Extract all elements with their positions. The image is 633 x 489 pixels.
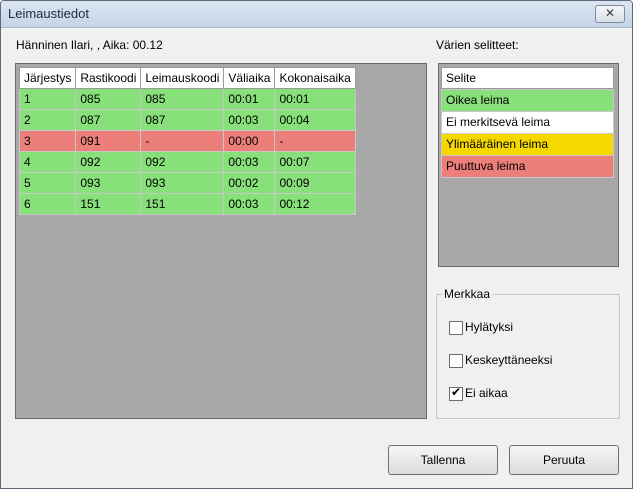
legend-row-ylimaarainen[interactable]: Ylimääräinen leima	[441, 133, 614, 156]
cancel-button[interactable]: Peruuta	[509, 445, 619, 475]
merkkaa-group-title: Merkkaa	[442, 287, 493, 301]
column-header-valiaika[interactable]: Väliaika	[223, 67, 276, 89]
leimaustiedot-dialog: Leimaustiedot ✕ Hänninen Ilari, , Aika: …	[0, 0, 633, 489]
title-bar: Leimaustiedot ✕	[1, 1, 632, 28]
table-cell: 5	[18, 172, 77, 194]
punch-table: Järjestys Rastikoodi Leimauskoodi Väliai…	[18, 67, 356, 215]
table-cell: -	[140, 130, 225, 152]
table-cell: 00:01	[274, 88, 356, 110]
legend-row-oikea[interactable]: Oikea leima	[441, 89, 614, 112]
keskeyttaneeksi-checkbox[interactable]	[449, 354, 463, 368]
legend-header[interactable]: Selite	[441, 67, 614, 89]
table-row[interactable]: 3 091 - 00:00 -	[18, 130, 356, 152]
table-cell: 092	[75, 151, 142, 173]
table-cell: 00:09	[274, 172, 356, 194]
table-cell: 151	[75, 193, 142, 215]
table-cell: 085	[75, 88, 142, 110]
table-row[interactable]: 4 092 092 00:03 00:07	[18, 151, 356, 173]
table-cell: 00:07	[274, 151, 356, 173]
merkkaa-group: Merkkaa Hylätyksi Keskeyttäneeksi ✔ Ei a…	[436, 287, 620, 419]
punch-grid[interactable]: Järjestys Rastikoodi Leimauskoodi Väliai…	[15, 63, 427, 419]
table-cell: 4	[18, 151, 77, 173]
table-row[interactable]: 6 151 151 00:03 00:12	[18, 193, 356, 215]
table-cell: 093	[140, 172, 225, 194]
window-title: Leimaustiedot	[8, 6, 89, 21]
column-header-leimauskoodi[interactable]: Leimauskoodi	[140, 67, 225, 89]
hylatyksi-label[interactable]: Hylätyksi	[465, 320, 513, 334]
table-cell: -	[274, 130, 356, 152]
table-cell: 087	[75, 109, 142, 131]
legend-row-ei-merkitseva[interactable]: Ei merkitsevä leima	[441, 111, 614, 134]
ei-aikaa-label[interactable]: Ei aikaa	[465, 386, 508, 400]
table-cell: 092	[140, 151, 225, 173]
table-cell: 00:03	[223, 109, 276, 131]
runner-info: Hänninen Ilari, , Aika: 00.12	[16, 38, 163, 52]
legend-grid[interactable]: Selite Oikea leima Ei merkitsevä leima Y…	[438, 63, 619, 267]
table-header-row: Järjestys Rastikoodi Leimauskoodi Väliai…	[18, 67, 356, 89]
ei-aikaa-checkbox[interactable]: ✔	[449, 385, 463, 401]
table-cell: 1	[18, 88, 77, 110]
table-cell: 151	[140, 193, 225, 215]
table-cell: 00:03	[223, 193, 276, 215]
table-cell: 2	[18, 109, 77, 131]
table-cell: 091	[75, 130, 142, 152]
column-header-rastikoodi[interactable]: Rastikoodi	[75, 67, 142, 89]
legend-title: Värien selitteet:	[436, 38, 519, 52]
table-cell: 00:03	[223, 151, 276, 173]
table-cell: 6	[18, 193, 77, 215]
table-cell: 00:02	[223, 172, 276, 194]
table-cell: 00:01	[223, 88, 276, 110]
save-button[interactable]: Tallenna	[388, 445, 498, 475]
column-header-jarjestys[interactable]: Järjestys	[18, 67, 77, 89]
table-cell: 3	[18, 130, 77, 152]
column-header-kokonaisaika[interactable]: Kokonaisaika	[274, 67, 356, 89]
table-cell: 00:12	[274, 193, 356, 215]
table-cell: 00:00	[223, 130, 276, 152]
hylatyksi-checkbox[interactable]	[449, 321, 463, 335]
table-cell: 087	[140, 109, 225, 131]
table-cell: 093	[75, 172, 142, 194]
table-row[interactable]: 5 093 093 00:02 00:09	[18, 172, 356, 194]
table-row[interactable]: 1 085 085 00:01 00:01	[18, 88, 356, 110]
check-icon: ✔	[451, 385, 462, 399]
close-icon[interactable]: ✕	[595, 5, 625, 23]
table-cell: 00:04	[274, 109, 356, 131]
legend-row-puuttuva[interactable]: Puuttuva leima	[441, 155, 614, 178]
keskeyttaneeksi-label[interactable]: Keskeyttäneeksi	[465, 353, 552, 367]
table-cell: 085	[140, 88, 225, 110]
table-row[interactable]: 2 087 087 00:03 00:04	[18, 109, 356, 131]
